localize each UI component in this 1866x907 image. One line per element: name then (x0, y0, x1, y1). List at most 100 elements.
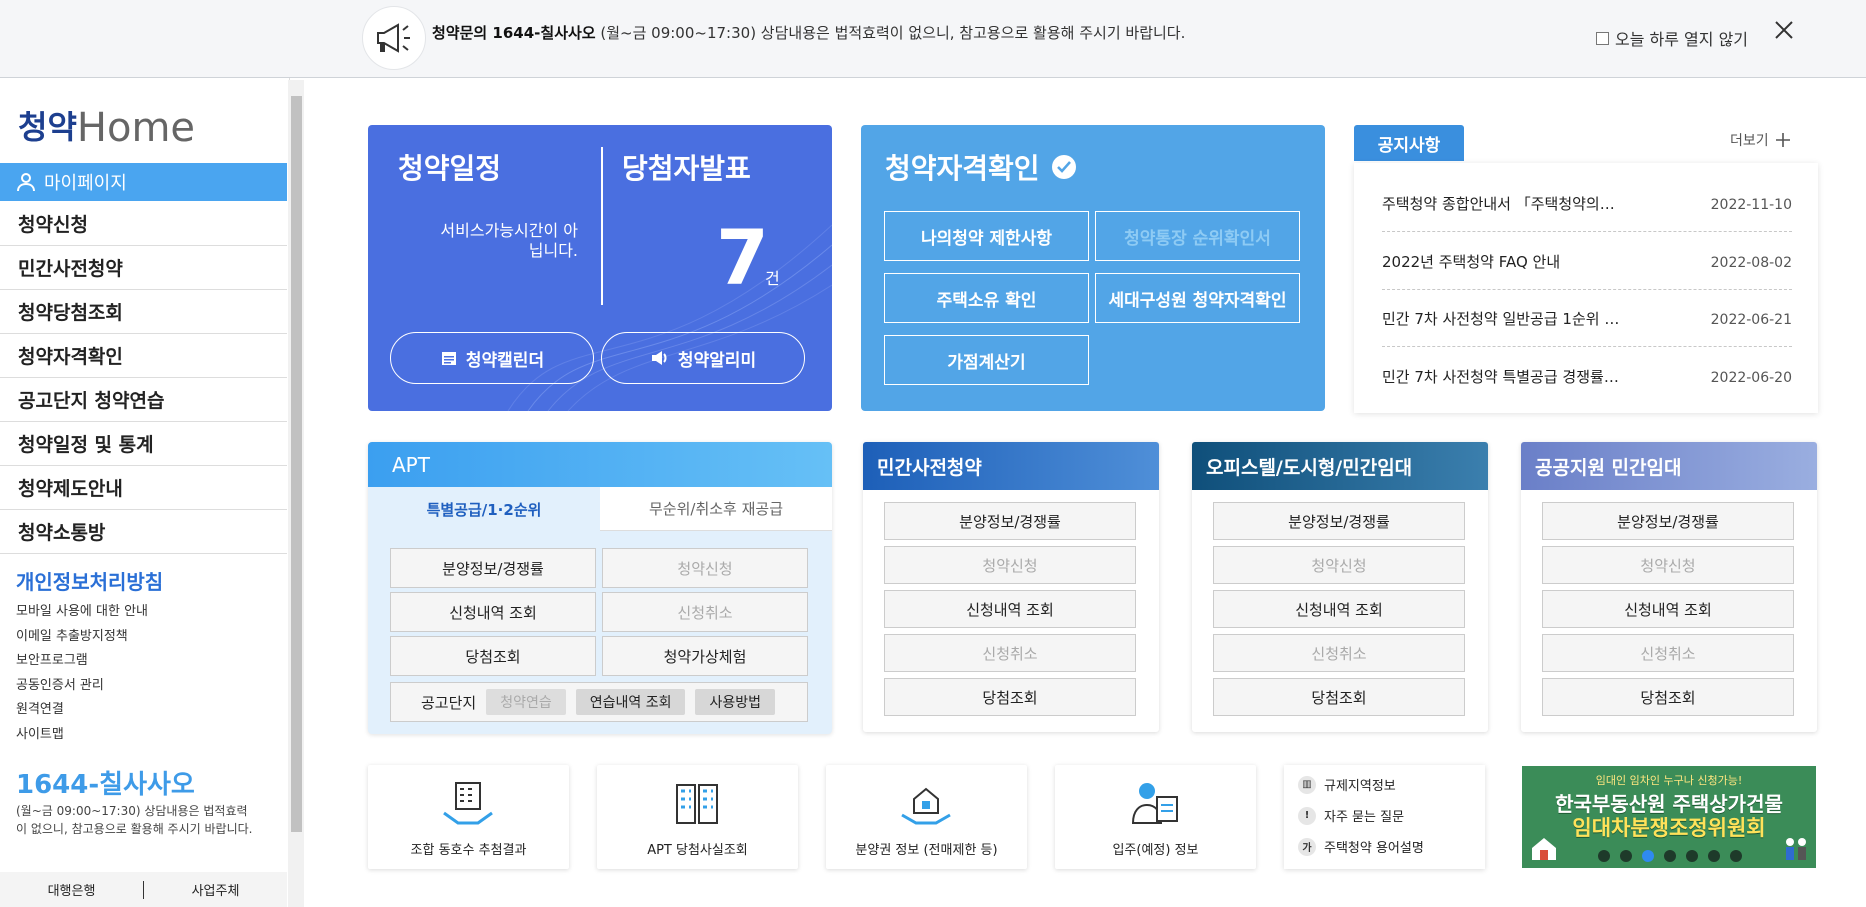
cancel-button[interactable]: 신청취소 (884, 634, 1136, 672)
sidebar-item-system-guide[interactable]: 청약제도안내 (0, 466, 287, 510)
apply-button[interactable]: 청약신청 (1213, 546, 1465, 584)
slide-dot[interactable] (1730, 850, 1742, 862)
practice-button[interactable]: 청약연습 (486, 689, 566, 715)
tab-unranked-resupply[interactable]: 무순위/취소후 재공급 (600, 487, 832, 531)
home-ownership-button[interactable]: 주택소유 확인 (884, 273, 1089, 323)
notice-item[interactable]: 민간 7차 사전청약 특별공급 경쟁률… 2022-06-20 (1382, 348, 1792, 405)
usage-guide-button[interactable]: 사용방법 (695, 689, 775, 715)
slide-dot[interactable] (1708, 850, 1720, 862)
notice-item[interactable]: 민간 7차 사전청약 일반공급 1순위 … 2022-06-21 (1382, 290, 1792, 347)
winners-count[interactable]: 7 (716, 213, 769, 302)
apt-history-button[interactable]: 신청내역 조회 (390, 592, 596, 632)
quick-link-move-in-info[interactable]: 입주(예정) 정보 (1055, 765, 1256, 869)
sidebar-item-community[interactable]: 청약소통방 (0, 510, 287, 554)
apt-cancel-button[interactable]: 신청취소 (602, 592, 808, 632)
slide-dot-active[interactable] (1642, 850, 1654, 862)
business-entity-link[interactable]: 사업주체 (144, 880, 287, 899)
link-label: 주택청약 용어설명 (1324, 841, 1424, 856)
quick-link-union-lottery[interactable]: 조합 동호수 추첨결과 (368, 765, 569, 869)
link-label: 자주 묻는 질문 (1324, 810, 1405, 825)
dont-show-today-checkbox[interactable]: 오늘 하루 열지 않기 (1596, 26, 1748, 50)
close-icon[interactable] (1772, 18, 1796, 42)
mypage-link[interactable]: 마이페이지 (0, 163, 287, 201)
officetel-panel: 오피스텔/도시형/민간임대 분양정보/경쟁률 청약신청 신청내역 조회 신청취소… (1192, 442, 1488, 732)
service-unavailable-message: 서비스가능시간이 아닙니다. (440, 221, 578, 260)
practice-history-button[interactable]: 연습내역 조회 (575, 689, 686, 715)
sidebar-item-winner-lookup[interactable]: 청약당첨조회 (0, 290, 287, 334)
notice-text: 청약문의 1644-칠사사오 (월~금 09:00~17:30) 상담내용은 법… (432, 24, 1186, 42)
apt-sale-info-button[interactable]: 분양정보/경쟁률 (390, 548, 596, 588)
divider (601, 147, 603, 305)
checkbox-icon[interactable] (1596, 31, 1609, 45)
slide-dot[interactable] (1598, 850, 1610, 862)
sidebar-sublinks: 모바일 사용에 대한 안내 이메일 추출방지정책 보안프로그램 공동인증서 관리… (16, 600, 148, 747)
notice-tab[interactable]: 공지사항 (1354, 125, 1464, 161)
sublink-remote[interactable]: 원격연결 (16, 698, 148, 723)
sidebar-item-private-pre-subscription[interactable]: 민간사전청약 (0, 246, 287, 290)
slide-dot[interactable] (1620, 850, 1632, 862)
logo-text-korean: 청약 (18, 108, 77, 146)
sidebar-item-practice[interactable]: 공고단지 청약연습 (0, 378, 287, 422)
quick-link-presale-rights[interactable]: 분양권 정보 (전매제한 등) (826, 765, 1027, 869)
notice-item[interactable]: 주택청약 종합안내서 「주택청약의… 2022-11-10 (1382, 175, 1792, 232)
privacy-policy-link[interactable]: 개인정보처리방침 (16, 566, 163, 595)
sublink-security-program[interactable]: 보안프로그램 (16, 649, 148, 674)
sidebar-item-schedule-stats[interactable]: 청약일정 및 통계 (0, 422, 287, 466)
notice-item[interactable]: 2022년 주택청약 FAQ 안내 2022-08-02 (1382, 233, 1792, 290)
winner-button[interactable]: 당첨조회 (884, 678, 1136, 716)
banner-pagination (1598, 850, 1742, 862)
sale-info-button[interactable]: 분양정보/경쟁률 (1213, 502, 1465, 540)
sublink-email-policy[interactable]: 이메일 추출방지정책 (16, 625, 148, 650)
cancel-button[interactable]: 신청취소 (1213, 634, 1465, 672)
eligibility-title[interactable]: 청약자격확인 (885, 147, 1076, 187)
sale-info-button[interactable]: 분양정보/경쟁률 (884, 502, 1136, 540)
sale-info-button[interactable]: 분양정보/경쟁률 (1542, 502, 1794, 540)
history-button[interactable]: 신청내역 조회 (1213, 590, 1465, 628)
sidebar-item-apply[interactable]: 청약신청 (0, 202, 287, 246)
info-links-box: ▥ 규제지역정보 ! 자주 묻는 질문 가 주택청약 용어설명 (1284, 765, 1485, 869)
dispute-committee-banner[interactable]: 임대인 임차인 누구나 신청가능! 한국부동산원 주택상가건물 임대차분쟁조정위… (1522, 766, 1816, 868)
account-rank-certificate-button[interactable]: 청약통장 순위확인서 (1095, 211, 1300, 261)
tab-special-supply[interactable]: 특별공급/1·2순위 (368, 487, 600, 531)
apt-apply-button[interactable]: 청약신청 (602, 548, 808, 588)
history-button[interactable]: 신청내역 조회 (1542, 590, 1794, 628)
link-faq[interactable]: ! 자주 묻는 질문 (1298, 806, 1404, 825)
site-logo[interactable]: 청약 Home (18, 104, 195, 148)
calendar-icon (441, 352, 456, 365)
schedule-title[interactable]: 청약일정 (398, 147, 501, 187)
speaker-icon (651, 351, 667, 365)
apt-virtual-experience-button[interactable]: 청약가상체험 (602, 636, 808, 676)
winner-button[interactable]: 당첨조회 (1213, 678, 1465, 716)
slide-dot[interactable] (1664, 850, 1676, 862)
quick-link-apt-winner-check[interactable]: APT 당첨사실조회 (597, 765, 798, 869)
calendar-button[interactable]: 청약캘린더 (390, 332, 594, 384)
apt-winner-button[interactable]: 당첨조회 (390, 636, 596, 676)
more-link[interactable]: 더보기 (1730, 130, 1791, 150)
building-hand-icon (443, 782, 493, 825)
sublink-sitemap[interactable]: 사이트맵 (16, 723, 148, 748)
sublink-mobile-guide[interactable]: 모바일 사용에 대한 안내 (16, 600, 148, 625)
notice-list: 주택청약 종합안내서 「주택청약의… 2022-11-10 2022년 주택청약 … (1354, 163, 1818, 413)
plus-icon (1775, 133, 1790, 147)
house-hand-icon (901, 787, 951, 825)
agency-bank-link[interactable]: 대행은행 (0, 880, 143, 899)
slide-dot[interactable] (1686, 850, 1698, 862)
apply-button[interactable]: 청약신청 (884, 546, 1136, 584)
scrollbar-thumb[interactable] (291, 96, 302, 832)
history-button[interactable]: 신청내역 조회 (884, 590, 1136, 628)
sublink-certificate[interactable]: 공동인증서 관리 (16, 674, 148, 699)
my-restrictions-button[interactable]: 나의청약 제한사항 (884, 211, 1089, 261)
cancel-button[interactable]: 신청취소 (1542, 634, 1794, 672)
link-regulated-areas[interactable]: ▥ 규제지역정보 (1298, 775, 1396, 794)
link-glossary[interactable]: 가 주택청약 용어설명 (1298, 837, 1424, 856)
check-circle-icon (1051, 155, 1076, 179)
public-rental-panel: 공공지원 민간임대 분양정보/경쟁률 청약신청 신청내역 조회 신청취소 당첨조… (1521, 442, 1817, 732)
notice-date: 2022-08-02 (1710, 255, 1792, 271)
winners-title[interactable]: 당첨자발표 (622, 147, 751, 187)
score-calculator-button[interactable]: 가점계산기 (884, 335, 1089, 385)
household-eligibility-button[interactable]: 세대구성원 청약자격확인 (1095, 273, 1300, 323)
apply-button[interactable]: 청약신청 (1542, 546, 1794, 584)
winner-button[interactable]: 당첨조회 (1542, 678, 1794, 716)
sidebar-item-eligibility[interactable]: 청약자격확인 (0, 334, 287, 378)
alert-button[interactable]: 청약알리미 (601, 332, 805, 384)
